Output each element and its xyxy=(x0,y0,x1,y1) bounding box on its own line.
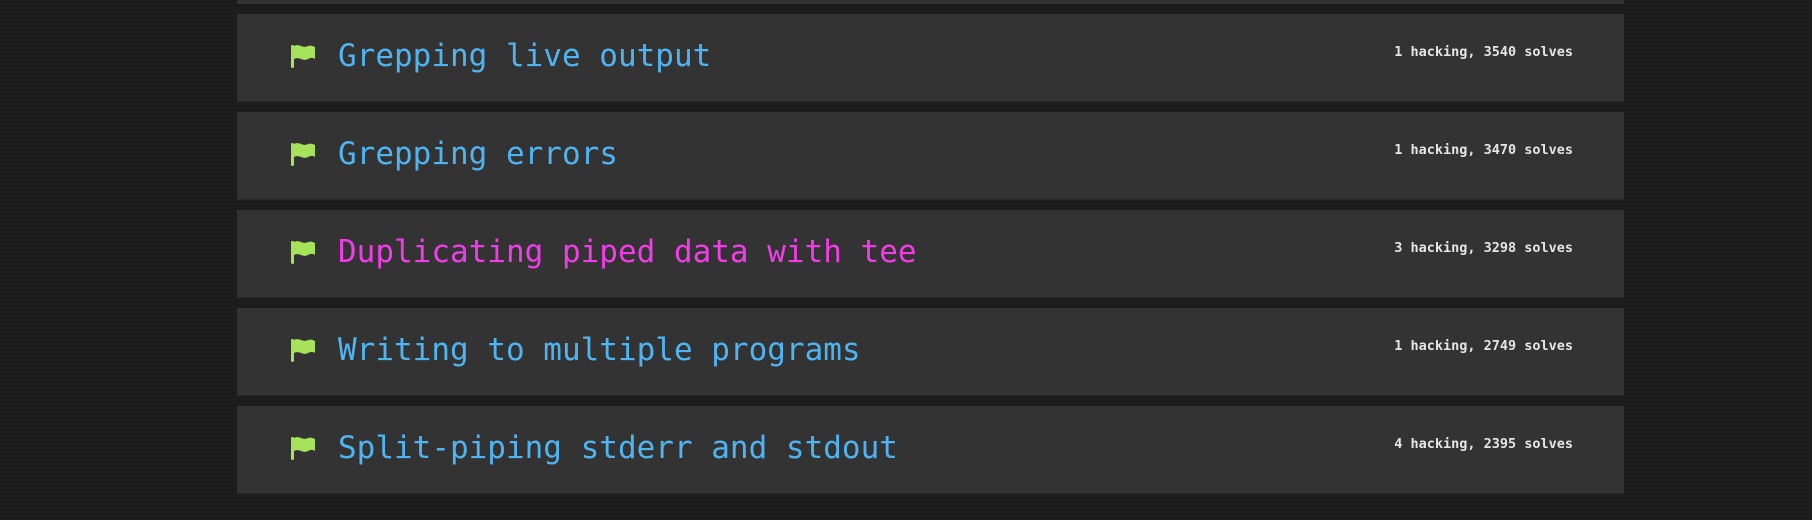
challenge-stats: 4 hacking, 2395 solves xyxy=(1394,436,1573,452)
challenge-row-writing-to-multiple-programs[interactable]: Writing to multiple programs 1 hacking, … xyxy=(237,308,1624,396)
flag-icon xyxy=(291,339,315,362)
challenge-title[interactable]: Split-piping stderr and stdout xyxy=(338,428,898,468)
challenge-stats: 1 hacking, 3470 solves xyxy=(1394,142,1573,158)
flag-icon xyxy=(291,241,315,264)
challenge-title[interactable]: Duplicating piped data with tee xyxy=(338,232,917,272)
previous-challenge-row-edge[interactable] xyxy=(237,0,1624,4)
flag-icon xyxy=(291,437,315,460)
challenge-stats: 1 hacking, 2749 solves xyxy=(1394,338,1573,354)
challenge-stats: 1 hacking, 3540 solves xyxy=(1394,44,1573,60)
challenge-title[interactable]: Grepping errors xyxy=(338,134,618,174)
challenge-page: Grepping live output 1 hacking, 3540 sol… xyxy=(0,0,1812,520)
challenge-list: Grepping live output 1 hacking, 3540 sol… xyxy=(237,14,1624,504)
challenge-title[interactable]: Writing to multiple programs xyxy=(338,330,861,370)
flag-icon xyxy=(291,143,315,166)
challenge-row-grepping-errors[interactable]: Grepping errors 1 hacking, 3470 solves xyxy=(237,112,1624,200)
challenge-title[interactable]: Grepping live output xyxy=(338,36,711,76)
challenge-row-duplicating-piped-data-with-tee[interactable]: Duplicating piped data with tee 3 hackin… xyxy=(237,210,1624,298)
challenge-stats: 3 hacking, 3298 solves xyxy=(1394,240,1573,256)
flag-icon xyxy=(291,45,315,68)
challenge-row-split-piping-stderr-and-stdout[interactable]: Split-piping stderr and stdout 4 hacking… xyxy=(237,406,1624,494)
challenge-row-grepping-live-output[interactable]: Grepping live output 1 hacking, 3540 sol… xyxy=(237,14,1624,102)
